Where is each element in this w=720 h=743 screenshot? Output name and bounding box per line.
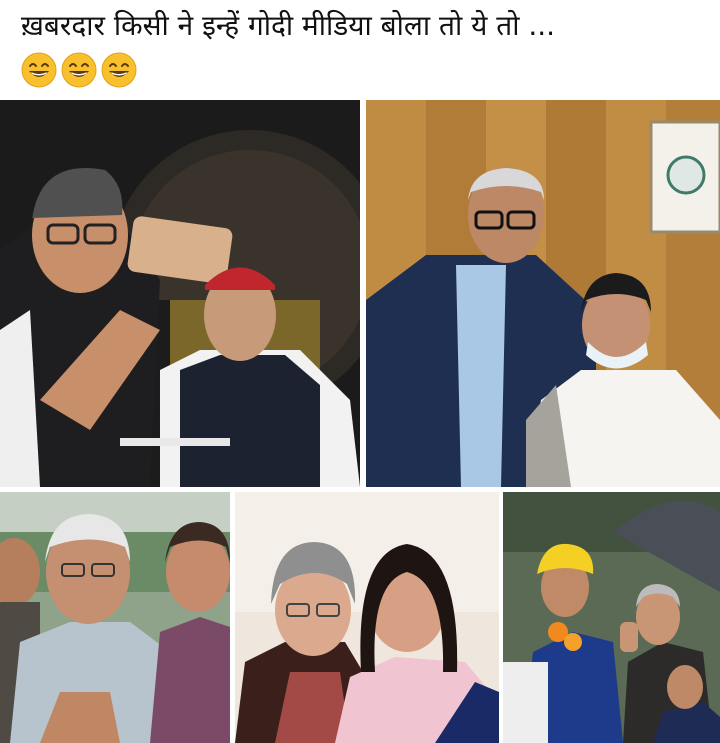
rally-crowd-photo[interactable] (503, 492, 720, 743)
two-women-photo[interactable] (235, 492, 499, 743)
grinning-smiling-eyes-emoji-icon (101, 52, 137, 88)
post-caption-area: ख़बरदार किसी ने इन्हें गोदी मीडिया बोला … (0, 0, 720, 100)
grinning-smiling-eyes-emoji-icon (21, 52, 57, 88)
wood-panel-photo[interactable] (366, 100, 720, 487)
post-caption-text: ख़बरदार किसी ने इन्हें गोदी मीडिया बोला … (21, 9, 556, 42)
selfie-photo[interactable] (0, 100, 360, 487)
emoji-row (21, 52, 137, 92)
outdoor-crowd-photo[interactable] (0, 492, 230, 743)
grinning-smiling-eyes-emoji-icon (61, 52, 97, 88)
